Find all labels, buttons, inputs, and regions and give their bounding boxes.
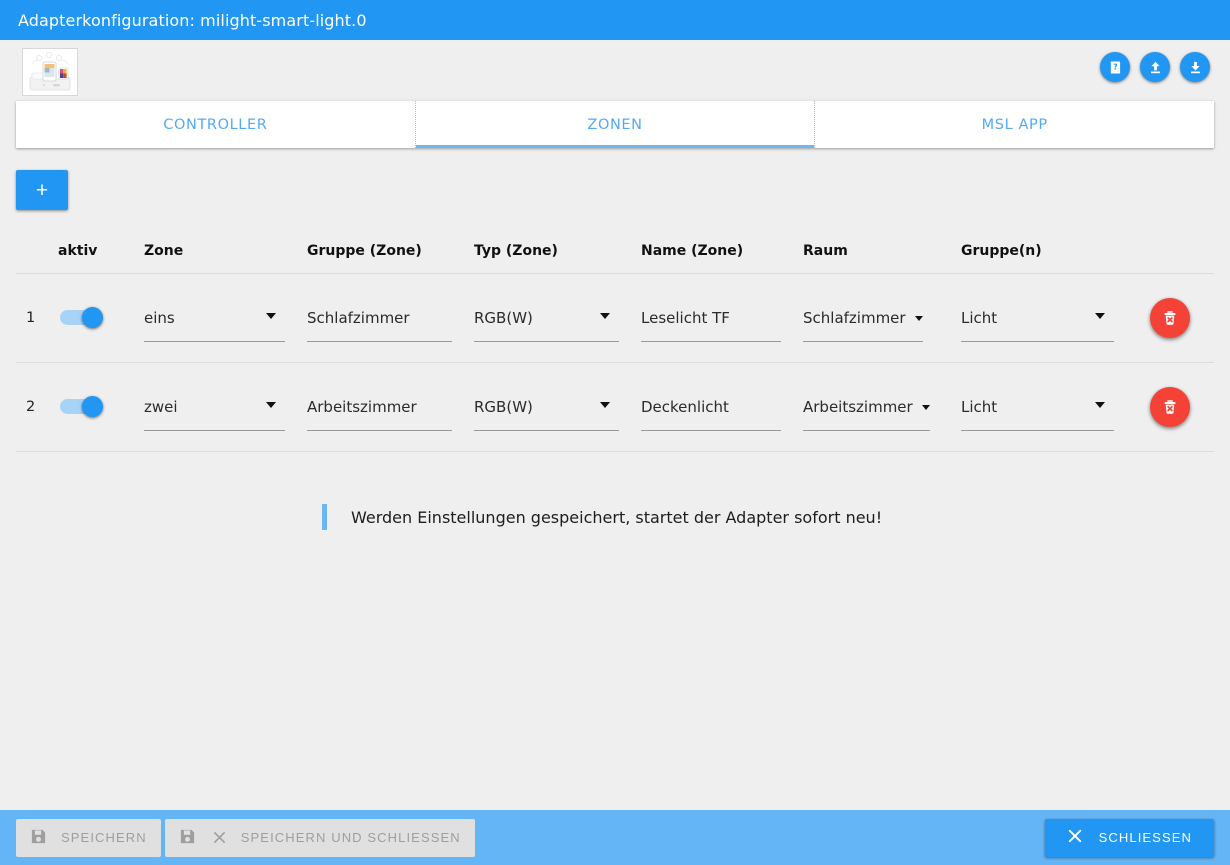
name-zone-input[interactable]: Leselicht TF [641, 295, 781, 342]
window-title: Adapterkonfiguration: milight-smart-ligh… [18, 10, 367, 30]
tab-controller[interactable]: CONTROLLER [16, 101, 415, 148]
save-and-close-button-label: SPEICHERN UND SCHLIESSEN [240, 830, 461, 845]
info-accent-bar [322, 504, 327, 530]
column-header-name-zone: Name (Zone) [641, 242, 744, 259]
raum-select[interactable]: Schlafzimmer [803, 295, 923, 342]
gruppe-zone-input[interactable]: Arbeitszimmer [307, 384, 452, 431]
column-header-typ-zone: Typ (Zone) [474, 242, 558, 259]
column-header-gruppe-zone: Gruppe (Zone) [307, 242, 422, 259]
column-header-gruppen: Gruppe(n) [961, 242, 1042, 259]
zone-value: zwei [144, 397, 178, 416]
typ-zone-select[interactable]: RGB(W) [474, 295, 619, 342]
typ-zone-select[interactable]: RGB(W) [474, 384, 619, 431]
gruppe-zone-value: Arbeitszimmer [307, 397, 417, 416]
trash-icon [1164, 311, 1176, 325]
chevron-down-icon [1095, 401, 1105, 408]
svg-text:?: ? [1113, 62, 1117, 71]
tab-bar: CONTROLLER ZONEN MSL APP [16, 101, 1215, 148]
close-button[interactable]: SCHLIESSEN [1044, 818, 1214, 857]
raum-select[interactable]: Arbeitszimmer [803, 384, 930, 431]
close-icon [1067, 828, 1083, 847]
footer-bar: SPEICHERN SPEICHERN UND SCHLIESSEN SCHLI… [0, 810, 1230, 865]
gruppen-value: Licht [961, 308, 998, 327]
trash-icon [1164, 400, 1176, 414]
tab-zonen[interactable]: ZONEN [414, 101, 815, 148]
tab-msl-app-label: MSL APP [981, 116, 1048, 133]
chevron-down-icon [266, 312, 276, 319]
chevron-down-icon [266, 401, 276, 408]
chevron-down-icon [600, 312, 610, 319]
gruppen-select[interactable]: Licht [961, 384, 1114, 431]
upload-button[interactable] [1140, 52, 1170, 82]
table-header-row: aktiv Zone Gruppe (Zone) Typ (Zone) Name… [16, 228, 1214, 274]
delete-row-button[interactable] [1150, 298, 1190, 338]
save-icon [179, 828, 196, 848]
raum-value: Schlafzimmer [803, 308, 906, 327]
add-row-container: + [0, 148, 1230, 210]
name-zone-value: Leselicht TF [641, 308, 730, 327]
gruppe-zone-input[interactable]: Schlafzimmer [307, 295, 452, 342]
chevron-down-icon [914, 316, 923, 321]
row-index: 2 [26, 399, 36, 415]
typ-zone-value: RGB(W) [474, 308, 533, 327]
row-active-toggle[interactable] [60, 307, 104, 328]
column-header-raum: Raum [803, 242, 848, 259]
zones-table: aktiv Zone Gruppe (Zone) Typ (Zone) Name… [16, 228, 1214, 452]
window-titlebar: Adapterkonfiguration: milight-smart-ligh… [0, 0, 1230, 40]
chevron-down-icon [600, 401, 610, 408]
save-and-close-button[interactable]: SPEICHERN UND SCHLIESSEN [164, 818, 475, 857]
table-row: 2 zwei Arbeitszimmer RGB(W) Deckenlicht … [16, 363, 1214, 452]
chevron-down-icon [1095, 312, 1105, 319]
tab-controller-label: CONTROLLER [163, 116, 268, 133]
header-actions: ? [1100, 52, 1210, 82]
add-zone-button[interactable]: + [16, 170, 68, 210]
save-icon [30, 828, 47, 848]
column-header-zone: Zone [144, 242, 184, 259]
name-zone-input[interactable]: Deckenlicht [641, 384, 781, 431]
column-header-aktiv: aktiv [58, 242, 98, 259]
name-zone-value: Deckenlicht [641, 397, 729, 416]
raum-value: Arbeitszimmer [803, 397, 913, 416]
help-button[interactable]: ? [1100, 52, 1130, 82]
plus-icon: + [35, 178, 49, 202]
typ-zone-value: RGB(W) [474, 397, 533, 416]
toggle-knob [82, 396, 103, 417]
chevron-down-icon [921, 405, 930, 410]
toggle-knob [82, 307, 103, 328]
row-index: 1 [26, 310, 36, 326]
save-button[interactable]: SPEICHERN [16, 818, 161, 857]
row-active-toggle[interactable] [60, 396, 104, 417]
close-icon [212, 830, 227, 845]
info-message-text: Werden Einstellungen gespeichert, starte… [351, 507, 883, 527]
zone-select[interactable]: zwei [144, 384, 285, 431]
close-button-label: SCHLIESSEN [1098, 830, 1192, 845]
zone-select[interactable]: eins [144, 295, 285, 342]
save-button-label: SPEICHERN [61, 830, 147, 845]
gruppen-select[interactable]: Licht [961, 295, 1114, 342]
gruppen-value: Licht [961, 397, 998, 416]
info-message: Werden Einstellungen gespeichert, starte… [322, 504, 1230, 530]
download-button[interactable] [1180, 52, 1210, 82]
delete-row-button[interactable] [1150, 387, 1190, 427]
zone-value: eins [144, 308, 175, 327]
gruppe-zone-value: Schlafzimmer [307, 308, 410, 327]
tab-msl-app[interactable]: MSL APP [814, 101, 1215, 148]
header: ? [0, 40, 1230, 98]
adapter-logo [22, 48, 78, 96]
tab-zonen-label: ZONEN [587, 116, 643, 133]
table-row: 1 eins Schlafzimmer RGB(W) Leselicht TF … [16, 274, 1214, 363]
